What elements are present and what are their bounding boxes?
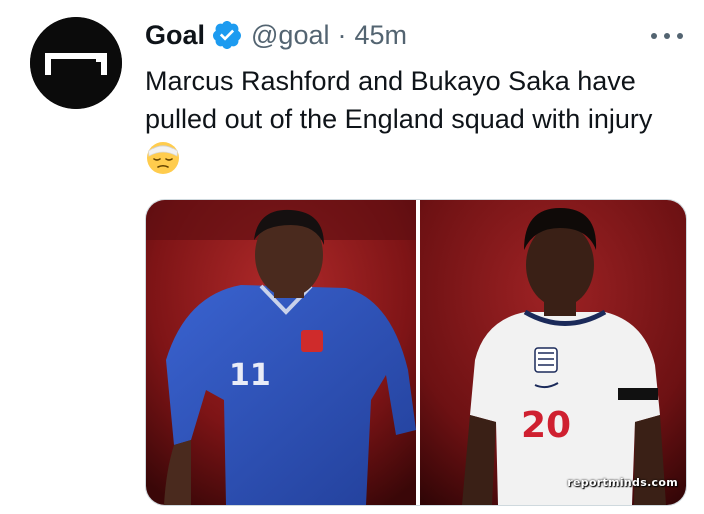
separator-dot: · <box>337 19 347 50</box>
left-shirt-number: 11 <box>229 358 271 393</box>
tweet-media[interactable]: 11 20 reportminds.com <box>145 199 687 506</box>
tweet[interactable]: Goal @goal · 45m Marcus Rashford and Buk… <box>0 0 704 514</box>
saka-photo[interactable]: 20 reportminds.com <box>420 200 686 505</box>
goal-logo-icon[interactable] <box>30 17 122 109</box>
tweet-timestamp[interactable]: 45m <box>354 20 407 51</box>
tweet-text: Marcus Rashford and Bukayo Saka have pul… <box>145 66 653 134</box>
more-dot <box>651 33 657 39</box>
verified-badge-icon <box>211 19 243 51</box>
author-handle[interactable]: @goal <box>251 20 329 51</box>
rashford-photo[interactable]: 11 <box>146 200 416 505</box>
more-options-icon[interactable] <box>651 26 683 46</box>
author-name[interactable]: Goal <box>145 20 205 51</box>
more-dot <box>677 33 683 39</box>
watermark: reportminds.com <box>567 476 678 489</box>
right-shirt-number: 20 <box>521 405 571 446</box>
tweet-header: Goal @goal · 45m <box>145 14 407 56</box>
face-with-head-bandage-emoji <box>145 139 181 175</box>
more-dot <box>664 33 670 39</box>
